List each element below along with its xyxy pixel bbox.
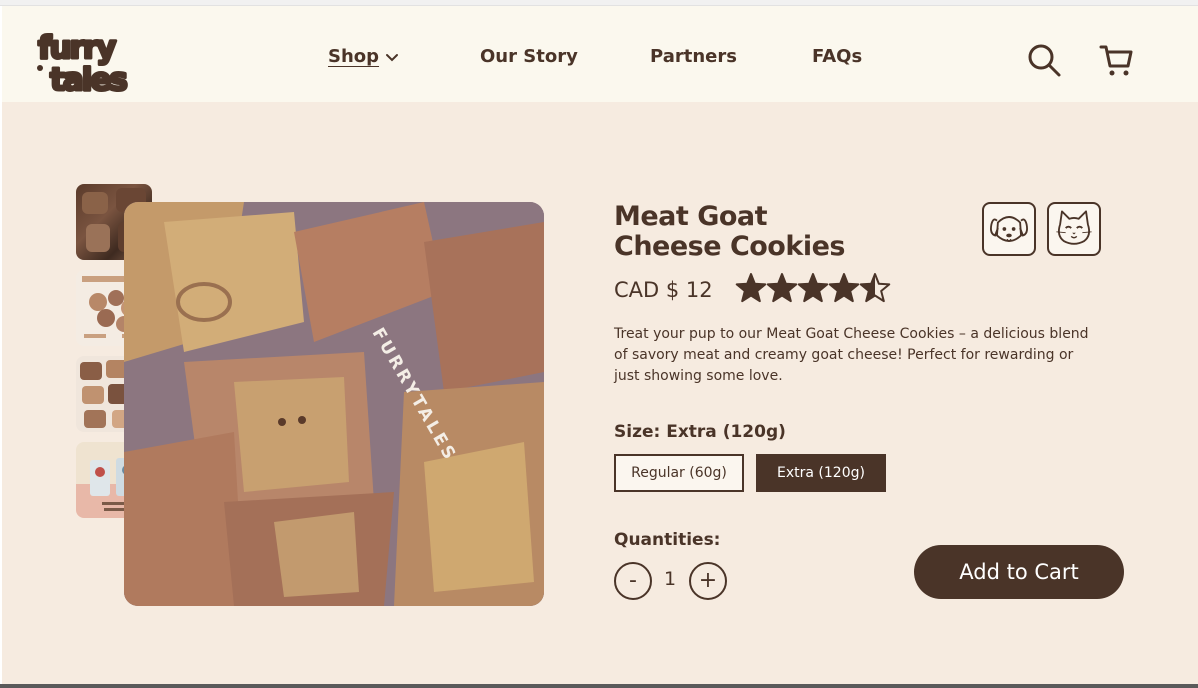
nav-faqs[interactable]: FAQs: [812, 46, 862, 67]
cart-icon[interactable]: [1098, 42, 1134, 78]
size-option-extra[interactable]: Extra (120g): [756, 454, 886, 492]
nav-shop[interactable]: Shop: [328, 46, 399, 67]
size-label: Size: Extra (120g): [614, 422, 786, 442]
page: furry tales Shop Our Story Partners FAQs: [2, 6, 1198, 684]
add-to-cart-button[interactable]: Add to Cart: [914, 545, 1124, 599]
size-option-regular[interactable]: Regular (60g): [614, 454, 744, 492]
product-price: CAD $ 12: [614, 278, 713, 302]
browser-bottom-edge: [0, 684, 1198, 688]
search-icon[interactable]: [1026, 42, 1062, 78]
rating-star-2: [766, 273, 798, 303]
product-main-image[interactable]: FURRYTALES: [124, 202, 544, 606]
nav-shop-label: Shop: [328, 46, 380, 67]
product-title-line-1: Meat Goat: [614, 201, 768, 232]
quantity-label: Quantities:: [614, 530, 721, 550]
dog-icon: [982, 202, 1036, 256]
rating-star-4: [828, 273, 860, 303]
chevron-down-icon: [386, 54, 399, 62]
quantity-increase-button[interactable]: +: [689, 562, 727, 600]
quantity-value[interactable]: 1: [662, 568, 678, 590]
rating-star-1: [735, 273, 767, 303]
furrytales-logo[interactable]: furry tales: [36, 28, 162, 99]
nav-partners[interactable]: Partners: [650, 46, 737, 67]
nav-our-story[interactable]: Our Story: [480, 46, 578, 67]
logo-text-top: furry: [38, 30, 116, 66]
quantity-decrease-button[interactable]: -: [614, 562, 652, 600]
rating-stars: [735, 273, 891, 303]
site-header: furry tales Shop Our Story Partners FAQs: [2, 6, 1198, 102]
product-title: Meat Goat Cheese Cookies: [614, 202, 914, 262]
product-title-line-2: Cheese Cookies: [614, 231, 845, 262]
logo-text-bottom: tales: [50, 62, 126, 98]
cat-icon: [1047, 202, 1101, 256]
rating-star-3: [797, 273, 829, 303]
product-description: Treat your pup to our Meat Goat Cheese C…: [614, 326, 1089, 384]
